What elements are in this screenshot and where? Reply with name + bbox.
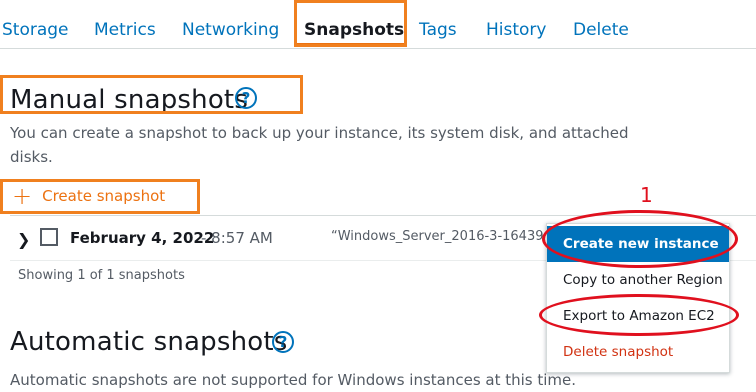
snapshot-date: February 4, 2022	[70, 229, 215, 247]
tab-delete[interactable]: Delete	[573, 19, 629, 41]
tab-tags[interactable]: Tags	[419, 19, 457, 41]
annotation-ellipse-create-instance	[542, 210, 738, 268]
highlight-box-manual-title	[0, 75, 303, 114]
automatic-snapshots-title: Automatic snapshots	[10, 327, 288, 357]
manual-description-line2: disks.	[10, 148, 53, 166]
automatic-description: Automatic snapshots are not supported fo…	[10, 371, 577, 389]
snapshot-count: Showing 1 of 1 snapshots	[18, 268, 185, 283]
annotation-ellipse-export-ec2	[539, 294, 739, 336]
highlight-box-snapshots-tab	[294, 0, 407, 47]
tab-divider	[0, 48, 756, 49]
highlight-box-create-snapshot	[0, 179, 200, 214]
snapshot-time: - 8:57 AM	[201, 229, 273, 247]
annotation-step-number: 1	[640, 183, 653, 207]
chevron-right-icon[interactable]: ❯	[17, 230, 30, 249]
tab-networking[interactable]: Networking	[182, 19, 279, 41]
snapshot-description: “Windows_Server_2016-3-16439	[331, 229, 544, 244]
snapshot-checkbox[interactable]	[40, 228, 58, 246]
tab-storage[interactable]: Storage	[2, 19, 69, 41]
tab-bar: Storage Metrics Networking Snapshots Tag…	[0, 0, 756, 50]
tab-history[interactable]: History	[486, 19, 546, 41]
manual-description-line1: You can create a snapshot to back up you…	[10, 124, 629, 142]
tab-metrics[interactable]: Metrics	[94, 19, 156, 41]
menu-item-delete-snapshot[interactable]: Delete snapshot	[547, 334, 729, 370]
help-icon[interactable]: ?	[272, 331, 294, 353]
